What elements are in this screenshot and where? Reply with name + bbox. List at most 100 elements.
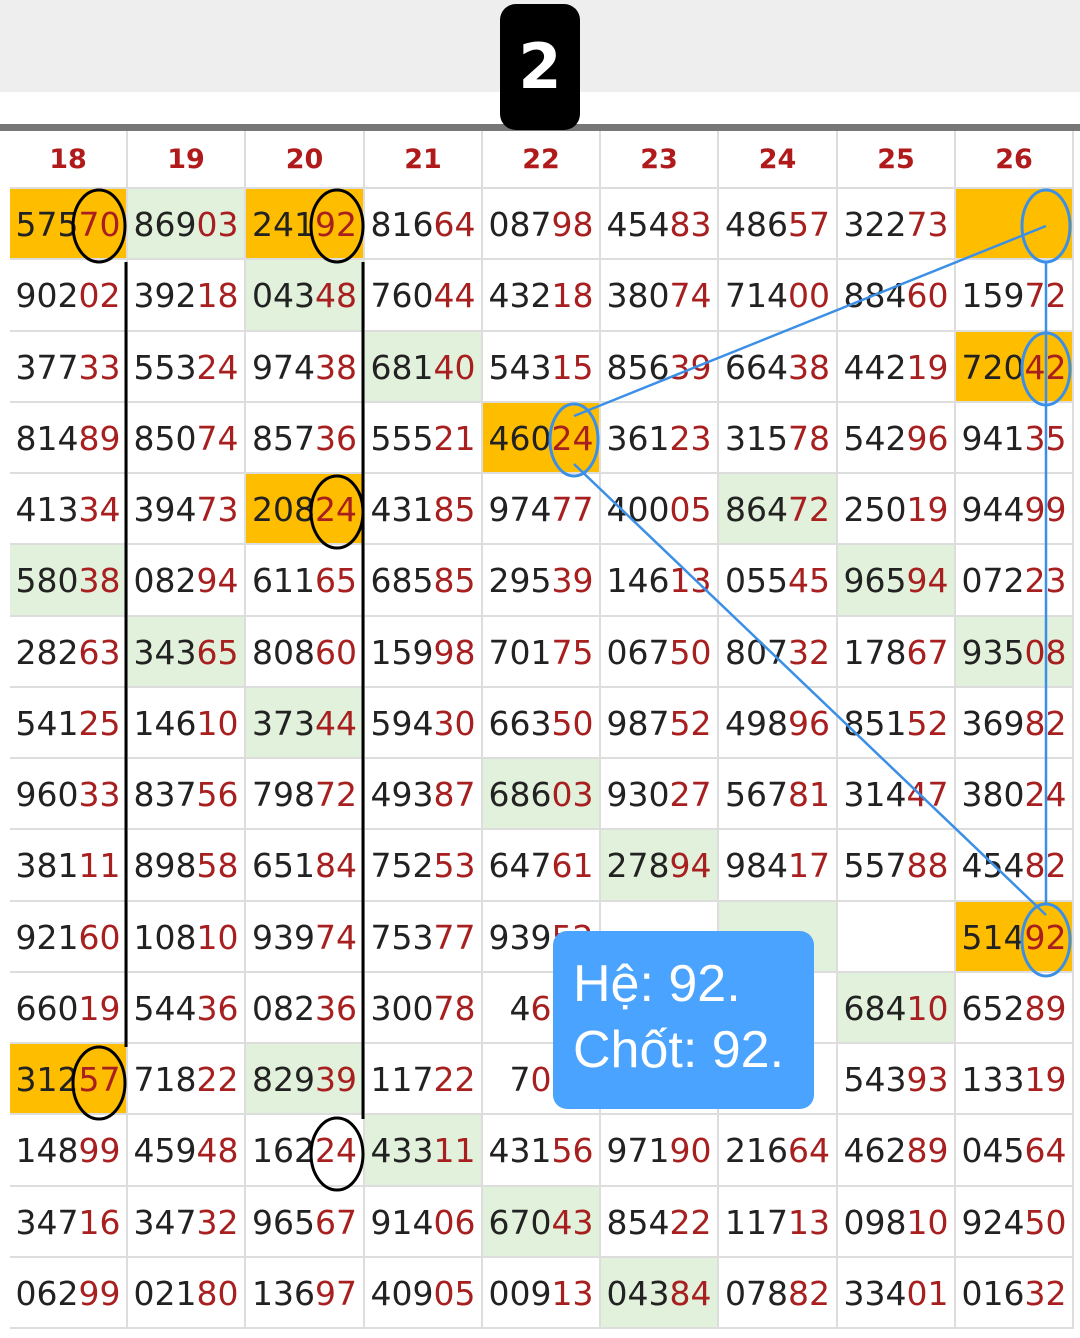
result-tail-digits: 18 — [551, 276, 594, 316]
result-cell: 21664 — [719, 1115, 838, 1187]
result-head-digits: 557 — [843, 846, 907, 886]
result-cell: 83756 — [128, 759, 246, 831]
result-tail-digits: 82 — [788, 1273, 830, 1313]
result-tail-digits: 10 — [906, 988, 949, 1028]
result-cell: 96594 — [838, 545, 956, 617]
result-cell: 04348 — [246, 260, 365, 332]
result-head-digits: 146 — [606, 561, 670, 601]
result-cell: 90202 — [10, 260, 128, 332]
result-cell: 13319 — [956, 1044, 1074, 1116]
result-cell: 54393 — [838, 1044, 956, 1116]
result-tail-digits: 48 — [315, 276, 357, 316]
result-head-digits: 543 — [843, 1060, 907, 1099]
result-head-digits: 413 — [15, 490, 79, 529]
result-tail-digits: 82 — [1024, 703, 1067, 743]
result-head-digits: 159 — [961, 276, 1025, 316]
result-tail-digits: 15 — [551, 347, 594, 387]
result-tail-digits: 32 — [1024, 1273, 1067, 1313]
column-header-22: 22 — [483, 131, 601, 189]
result-tail-digits: 93 — [906, 1060, 949, 1099]
result-cell — [956, 189, 1074, 261]
result-head-digits: 021 — [133, 1273, 197, 1313]
result-tail-digits: 92 — [315, 205, 357, 244]
result-tail-digits: 05 — [433, 1273, 476, 1313]
result-head-digits: 216 — [725, 1131, 788, 1171]
result-cell: 08236 — [246, 972, 365, 1044]
result-head-digits: 250 — [843, 490, 907, 529]
result-cell: 57570 — [10, 189, 128, 261]
result-tail-digits: 38 — [78, 561, 121, 601]
result-head-digits: 117 — [370, 1060, 434, 1099]
result-cell: 28263 — [10, 616, 128, 688]
result-cell: 71822 — [128, 1044, 246, 1116]
result-cell: 40005 — [601, 474, 719, 546]
result-head-digits: 133 — [961, 1060, 1025, 1099]
result-cell: 14610 — [128, 687, 246, 759]
result-head-digits: 974 — [252, 347, 315, 387]
result-tail-digits: 99 — [78, 1131, 121, 1171]
result-head-digits: 7 — [509, 1060, 531, 1099]
result-cell: 94135 — [956, 402, 1074, 474]
result-tail-digits: 17 — [788, 846, 830, 886]
result-tail-digits: 23 — [669, 418, 712, 458]
result-tail-digits: 72 — [315, 775, 357, 814]
result-tail-digits: 24 — [315, 490, 357, 529]
result-tail-digits: 19 — [1024, 1060, 1067, 1099]
result-tail-digits: 13 — [788, 1202, 830, 1242]
result-cell: 45483 — [601, 189, 719, 261]
result-cell: 25019 — [838, 474, 956, 546]
result-cell: 36123 — [601, 402, 719, 474]
result-tail-digits: 67 — [315, 1202, 357, 1242]
result-cell: 54296 — [838, 402, 956, 474]
result-cell: 38074 — [601, 260, 719, 332]
result-tail-digits: 36 — [315, 988, 357, 1028]
result-tail-digits: 72 — [788, 490, 830, 529]
result-cell: 20824 — [246, 474, 365, 546]
result-head-digits: 884 — [843, 276, 907, 316]
result-cell: 89858 — [128, 830, 246, 902]
result-tail-digits: 11 — [433, 1131, 476, 1171]
result-tail-digits: 73 — [906, 205, 949, 244]
result-tail-digits: 24 — [315, 1131, 357, 1171]
result-head-digits: 814 — [15, 418, 79, 458]
result-tail-digits: 36 — [196, 988, 239, 1028]
result-tail-digits: 00 — [788, 276, 830, 316]
result-tail-digits: 89 — [78, 418, 121, 458]
column-header-20: 20 — [246, 131, 365, 189]
result-cell: 43218 — [483, 260, 601, 332]
result-tail-digits: 65 — [196, 632, 239, 672]
result-head-digits: 400 — [606, 490, 670, 529]
result-tail-digits: 44 — [433, 276, 476, 316]
column-header-25: 25 — [838, 131, 956, 189]
result-tail-digits: 89 — [906, 1131, 949, 1171]
result-tail-digits: 50 — [551, 703, 594, 743]
result-head-digits: 670 — [488, 1202, 552, 1242]
result-cell: 66019 — [10, 972, 128, 1044]
page-number-badge[interactable]: 2 — [500, 4, 580, 130]
result-head-digits: 347 — [15, 1202, 79, 1242]
result-head-digits: 381 — [15, 846, 79, 886]
result-head-digits: 295 — [488, 561, 552, 601]
result-cell: 09810 — [838, 1186, 956, 1258]
result-cell: 54125 — [10, 687, 128, 759]
result-tail-digits: 32 — [196, 1202, 239, 1242]
result-cell: 66438 — [719, 331, 838, 403]
result-tail-digits: 22 — [196, 1060, 239, 1099]
result-head-digits: 555 — [370, 418, 434, 458]
result-cell: 41334 — [10, 474, 128, 546]
result-tail-digits: 50 — [669, 632, 712, 672]
result-cell: 33401 — [838, 1257, 956, 1329]
result-tail-digits: 81 — [788, 775, 830, 814]
result-tail-digits: 10 — [196, 703, 239, 743]
result-cell: 49387 — [365, 759, 483, 831]
result-head-digits: 567 — [725, 775, 788, 814]
result-tail-digits: 52 — [906, 703, 949, 743]
result-cell: 86903 — [128, 189, 246, 261]
result-head-digits: 380 — [961, 775, 1025, 814]
result-cell: 66350 — [483, 687, 601, 759]
result-head-digits: 334 — [843, 1273, 907, 1313]
result-tail-digits: 88 — [906, 846, 949, 886]
result-tail-digits: 60 — [906, 276, 949, 316]
result-cell: 80860 — [246, 616, 365, 688]
result-head-digits: 660 — [15, 988, 79, 1028]
